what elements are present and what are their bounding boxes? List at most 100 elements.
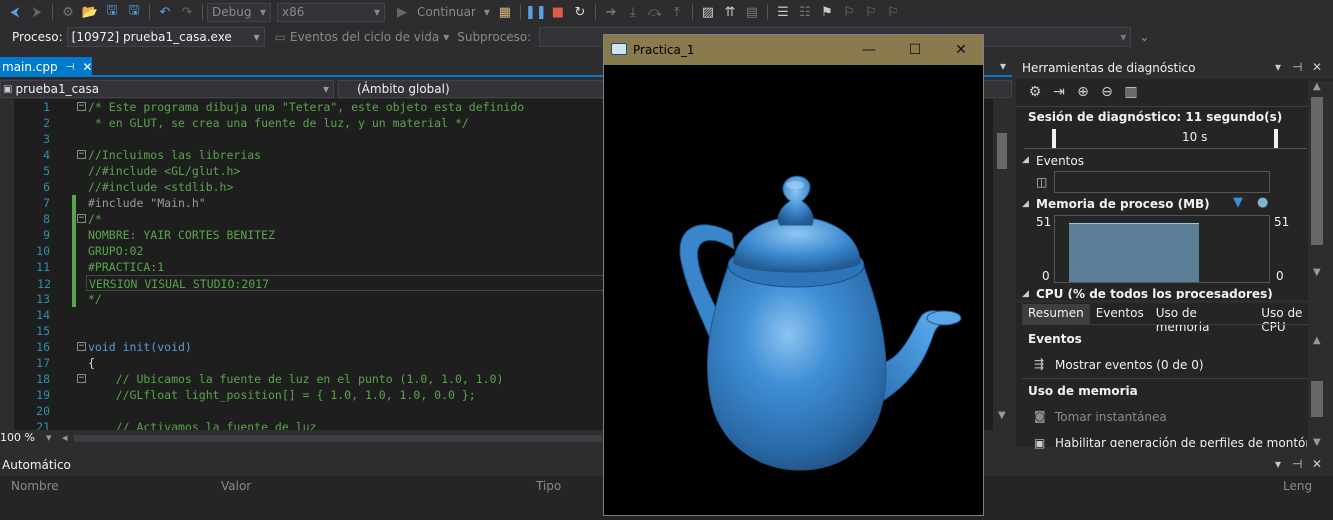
maximize-icon[interactable]: ☐ <box>892 35 938 65</box>
scroll-down-icon[interactable]: ▼ <box>998 410 1006 421</box>
show-events-link[interactable]: Mostrar eventos (0 de 0) <box>1055 358 1204 372</box>
events-track[interactable] <box>1054 171 1270 193</box>
diagnostic-scrollbar[interactable]: ▲ ▼ ▲ ▼ <box>1308 81 1333 448</box>
tab-summary[interactable]: Resumen <box>1022 304 1090 324</box>
solution-icon[interactable]: ⚙ <box>57 1 79 23</box>
stop-icon[interactable]: ■ <box>547 1 569 23</box>
heap-profiling-toggle[interactable]: Habilitar generación de perfiles de mont… <box>1055 436 1307 447</box>
fold-toggle-icon[interactable]: − <box>77 102 86 111</box>
undo-icon[interactable]: ↶ <box>154 1 176 23</box>
close-icon[interactable]: ✕ <box>1312 60 1322 74</box>
splitter[interactable] <box>1016 300 1308 303</box>
pause-icon[interactable]: ❚❚ <box>525 1 547 23</box>
open-folder-icon[interactable]: 📂 <box>79 1 101 23</box>
editor-vertical-scrollbar[interactable]: ▼ <box>993 99 1012 430</box>
lifecycle-events-button[interactable]: Eventos del ciclo de vida <box>290 30 439 44</box>
redo-icon[interactable]: ↷ <box>176 1 198 23</box>
pin-icon[interactable]: ⊣ <box>66 62 75 73</box>
platform-select[interactable]: x86 ▾ <box>277 2 385 22</box>
tab-list-chevron-icon[interactable]: ▾ <box>1000 59 1006 73</box>
tab-cpu-usage[interactable]: Uso de CPU <box>1255 304 1333 334</box>
close-icon[interactable]: ✕ <box>82 60 92 74</box>
tab-memory-usage[interactable]: Uso de memoria <box>1150 304 1256 334</box>
restart-icon[interactable]: ↻ <box>569 1 591 23</box>
hex-icon[interactable]: ▨ <box>697 1 719 23</box>
layers-icon[interactable]: ▤ <box>741 1 763 23</box>
pause-events-icon[interactable]: ◫ <box>1036 175 1047 189</box>
chevron-down-icon[interactable]: ▾ <box>480 5 494 19</box>
zoom-in-icon[interactable]: ⊕ <box>1074 83 1092 101</box>
fold-toggle-icon[interactable]: − <box>77 214 86 223</box>
pin-icon[interactable]: ⊣ <box>1292 60 1302 74</box>
close-icon[interactable]: ✕ <box>1312 457 1322 471</box>
show-next-statement-icon[interactable]: ➔ <box>600 1 622 23</box>
practica-title-bar[interactable]: Practica_1 — ☐ ✕ <box>604 35 983 65</box>
play-icon[interactable]: ▶ <box>391 1 413 23</box>
close-icon[interactable]: ✕ <box>938 35 984 65</box>
lifecycle-icon[interactable]: ▭ <box>275 30 286 44</box>
zoom-level[interactable]: 100 % <box>0 431 35 444</box>
overflow-icon[interactable]: ⌄ <box>1139 30 1149 44</box>
save-all-icon[interactable]: 🖫 <box>123 1 145 23</box>
cpu-header: CPU (% de todos los procesadores) <box>1036 287 1273 299</box>
scroll-down-icon[interactable]: ▼ <box>1313 437 1321 448</box>
align-icon[interactable]: ☰ <box>772 1 794 23</box>
scroll-left-icon[interactable]: ◂ <box>62 431 68 444</box>
timeline-start-marker[interactable] <box>1052 129 1056 149</box>
timeline-ruler[interactable]: 10 s <box>1024 127 1307 149</box>
reset-zoom-icon[interactable]: ▥ <box>1122 83 1140 101</box>
next-bookmark-icon[interactable]: ⚐ <box>860 1 882 23</box>
column-value[interactable]: Valor <box>221 479 251 493</box>
step-out-icon[interactable]: ⤒ <box>666 1 688 23</box>
column-name[interactable]: Nombre <box>11 479 59 493</box>
timeline-end-marker[interactable] <box>1274 129 1278 149</box>
indent-icon[interactable]: ☷ <box>794 1 816 23</box>
save-icon[interactable]: 🖫 <box>101 1 123 23</box>
chevron-down-icon[interactable]: ▾ <box>443 30 449 44</box>
configuration-select[interactable]: Debug ▾ <box>207 2 271 22</box>
memory-min-right: 0 <box>1276 269 1284 283</box>
thread-icon[interactable]: ⇈ <box>719 1 741 23</box>
opengl-canvas[interactable] <box>604 65 983 515</box>
diagnostic-title: Herramientas de diagnóstico <box>1022 61 1196 75</box>
settings-icon[interactable]: ⚙ <box>1026 83 1044 101</box>
scroll-down-icon[interactable]: ▼ <box>1313 267 1321 278</box>
scrollbar-thumb[interactable] <box>1311 381 1323 417</box>
horizontal-scrollbar[interactable] <box>74 435 602 442</box>
chevron-down-icon[interactable]: ▾ <box>1275 60 1281 74</box>
bookmark-icon[interactable]: ⚑ <box>816 1 838 23</box>
collapse-icon[interactable]: ◢ <box>1022 289 1029 299</box>
step-over-icon[interactable]: ⤼ <box>644 1 666 23</box>
column-language[interactable]: Leng <box>1283 479 1312 493</box>
clear-bookmarks-icon[interactable]: ⚐ <box>882 1 904 23</box>
scrollbar-thumb[interactable] <box>1311 97 1323 245</box>
project-select[interactable]: ▣ prueba1_casa ▾ <box>0 80 334 98</box>
tab-events[interactable]: Eventos <box>1090 304 1150 324</box>
chevron-down-icon[interactable]: ▾ <box>46 431 52 444</box>
back-icon[interactable]: ⮜ <box>4 1 26 23</box>
scroll-up-icon[interactable]: ▲ <box>1313 81 1321 92</box>
prev-bookmark-icon[interactable]: ⚐ <box>838 1 860 23</box>
take-snapshot-button[interactable]: Tomar instantánea <box>1055 410 1167 424</box>
export-icon[interactable]: ⇥ <box>1050 83 1068 101</box>
collapse-icon[interactable]: ◢ <box>1022 199 1029 209</box>
fold-toggle-icon[interactable]: − <box>77 374 86 383</box>
continue-button[interactable]: Continuar <box>413 5 480 19</box>
scroll-up-icon[interactable]: ▲ <box>1313 335 1321 346</box>
memory-chart[interactable] <box>1054 215 1270 283</box>
scrollbar-thumb[interactable] <box>997 133 1007 169</box>
pin-icon[interactable]: ⊣ <box>1292 457 1302 471</box>
process-icon[interactable]: ▦ <box>494 1 516 23</box>
collapse-icon[interactable]: ◢ <box>1022 155 1029 165</box>
fold-toggle-icon[interactable]: − <box>77 342 86 351</box>
code-line[interactable]: 12 VERSION VISUAL STUDIO:2017 <box>37 275 606 291</box>
fold-toggle-icon[interactable]: − <box>77 150 86 159</box>
step-into-icon[interactable]: ⤓ <box>622 1 644 23</box>
process-select[interactable]: [10972] prueba1_casa.exe ▾ <box>66 27 265 47</box>
minimize-icon[interactable]: — <box>846 35 892 65</box>
forward-icon[interactable]: ⮞ <box>26 1 48 23</box>
column-type[interactable]: Tipo <box>536 479 561 493</box>
chevron-down-icon[interactable]: ▾ <box>1275 457 1281 471</box>
zoom-out-icon[interactable]: ⊖ <box>1098 83 1116 101</box>
tab-main-cpp[interactable]: main.cpp ⊣ ✕ <box>0 57 92 77</box>
